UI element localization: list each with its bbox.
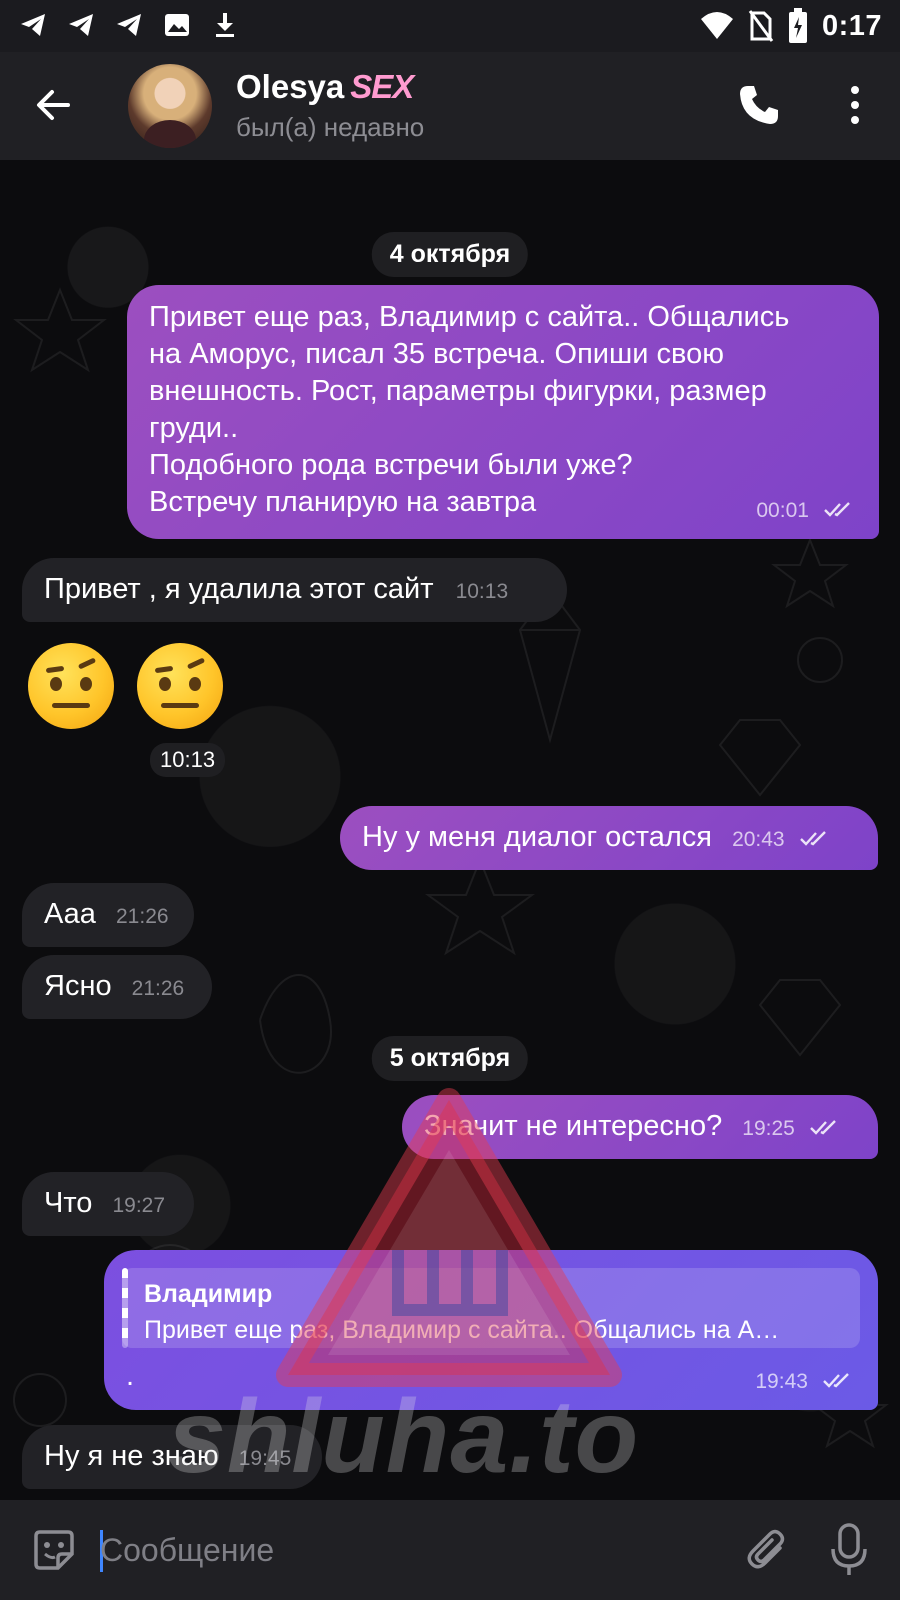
raised-eyebrow-emoji — [28, 643, 114, 729]
message-time: 19:43 — [755, 1370, 808, 1393]
message-text: Ясно — [44, 970, 112, 1002]
system-icons: 0:17 — [700, 8, 882, 44]
message-meta: 19:25 — [742, 1110, 843, 1142]
back-arrow-icon[interactable] — [30, 80, 80, 130]
telegram-icon — [69, 14, 93, 36]
message-incoming[interactable]: Ясно 21:26 — [22, 955, 212, 1019]
message-time: 19:45 — [238, 1447, 292, 1470]
message-time: 00:01 — [756, 499, 809, 522]
image-icon — [165, 14, 189, 36]
message-meta: 00:01 — [756, 490, 857, 529]
battery-icon — [788, 8, 807, 43]
double-check-icon — [823, 1373, 849, 1389]
message-text: . — [126, 1360, 135, 1392]
message-time: 19:25 — [742, 1117, 795, 1140]
contact-name-text: Olesya — [236, 68, 345, 105]
message-text: Ааа — [44, 898, 96, 930]
reply-author: Владимир — [144, 1280, 273, 1308]
avatar[interactable] — [128, 64, 212, 148]
more-options-icon[interactable] — [840, 82, 870, 128]
message-incoming[interactable]: Ну я не знаю 19:45 — [22, 1425, 322, 1489]
reply-bar — [122, 1268, 128, 1348]
telegram-icon — [21, 14, 45, 36]
contact-name[interactable]: Olesya SEX — [236, 68, 414, 106]
message-text: Привет еще раз, Владимир с сайта.. Общал… — [149, 301, 790, 518]
message-outgoing-reply[interactable]: Владимир Привет еще раз, Владимир с сайт… — [104, 1250, 878, 1410]
message-time: 21:26 — [116, 905, 169, 928]
message-composer — [0, 1500, 900, 1600]
message-text: Что — [44, 1187, 93, 1219]
message-outgoing[interactable]: Ну у меня диалог остался 20:43 — [340, 806, 878, 870]
double-check-icon — [824, 502, 850, 518]
microphone-icon[interactable] — [828, 1522, 870, 1578]
reply-preview[interactable]: Владимир Привет еще раз, Владимир с сайт… — [122, 1268, 860, 1348]
telegram-icon — [117, 14, 141, 36]
message-text: Значит не интересно? — [424, 1110, 723, 1142]
message-text: Ну у меня диалог остался — [362, 821, 712, 853]
reply-text: Привет еще раз, Владимир с сайта.. Общал… — [144, 1316, 780, 1344]
phone-icon[interactable] — [736, 82, 782, 128]
message-time: 10:13 — [150, 743, 226, 777]
message-time: 20:43 — [732, 828, 785, 851]
message-meta: 20:43 — [732, 821, 833, 853]
date-separator: 4 октября — [371, 232, 529, 277]
message-incoming[interactable]: Привет , я удалила этот сайт 10:13 — [22, 558, 567, 622]
no-sim-icon — [748, 10, 774, 42]
message-time: 19:27 — [112, 1194, 166, 1217]
message-outgoing[interactable]: Привет еще раз, Владимир с сайта.. Общал… — [127, 285, 879, 539]
sticker-emoji-icon[interactable] — [30, 1526, 78, 1574]
status-bar: 0:17 — [0, 0, 900, 52]
double-check-icon — [810, 1120, 836, 1136]
message-time: 10:13 — [455, 580, 509, 603]
message-outgoing[interactable]: Значит не интересно? 19:25 — [402, 1095, 878, 1159]
raised-eyebrow-emoji — [137, 643, 223, 729]
date-separator: 5 октября — [371, 1036, 529, 1081]
double-check-icon — [799, 831, 826, 847]
chat-header: Olesya SEX был(а) недавно — [0, 52, 900, 160]
message-text: Ну я не знаю — [44, 1440, 219, 1472]
chat-area[interactable]: 4 октября Привет еще раз, Владимир с сай… — [0, 160, 900, 1500]
contact-name-tag: SEX — [350, 68, 414, 105]
message-text: Привет , я удалила этот сайт — [44, 573, 434, 605]
wifi-icon — [700, 12, 733, 39]
notification-icons — [18, 10, 240, 40]
message-meta: 19:43 — [755, 1361, 856, 1400]
download-icon — [216, 13, 234, 37]
attach-paperclip-icon[interactable] — [744, 1526, 792, 1574]
clock: 0:17 — [821, 9, 882, 42]
message-time: 21:26 — [131, 977, 185, 1000]
message-incoming[interactable]: Ааа 21:26 — [22, 883, 194, 947]
message-incoming[interactable]: Что 19:27 — [22, 1172, 194, 1236]
contact-status: был(а) недавно — [236, 112, 425, 142]
message-input[interactable] — [100, 1526, 700, 1574]
